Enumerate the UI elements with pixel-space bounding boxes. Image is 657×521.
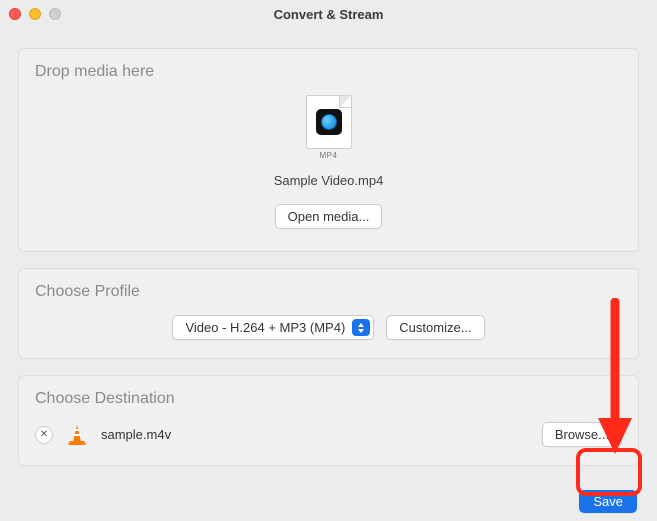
drop-media-heading: Drop media here (35, 63, 622, 81)
destination-file-name: sample.m4v (101, 427, 528, 442)
drop-media-panel: Drop media here MP4 Sample Video.mp4 Ope… (18, 48, 639, 252)
drop-zone[interactable]: MP4 Sample Video.mp4 Open media... (35, 95, 622, 237)
vlc-cone-icon (67, 424, 87, 446)
window-title: Convert & Stream (0, 7, 657, 22)
choose-profile-panel: Choose Profile Video - H.264 + MP3 (MP4)… (18, 268, 639, 359)
content-area: Drop media here MP4 Sample Video.mp4 Ope… (0, 28, 657, 466)
customize-button[interactable]: Customize... (386, 315, 484, 340)
media-file-name: Sample Video.mp4 (35, 173, 622, 188)
title-bar: Convert & Stream (0, 0, 657, 28)
remove-destination-button[interactable]: ✕ (35, 426, 53, 444)
file-extension-label: MP4 (306, 151, 352, 160)
profile-selected-value: Video - H.264 + MP3 (MP4) (185, 320, 345, 335)
choose-destination-panel: Choose Destination ✕ sample.m4v Browse..… (18, 375, 639, 466)
dropdown-caret-icon (352, 319, 370, 336)
quicktime-file-icon (306, 95, 352, 149)
save-button[interactable]: Save (579, 490, 637, 513)
footer: Save (0, 482, 657, 521)
profile-select[interactable]: Video - H.264 + MP3 (MP4) (172, 315, 374, 340)
open-media-button[interactable]: Open media... (275, 204, 383, 229)
choose-profile-heading: Choose Profile (35, 283, 622, 301)
choose-destination-heading: Choose Destination (35, 390, 622, 408)
media-file-preview: MP4 (306, 95, 352, 160)
browse-button[interactable]: Browse... (542, 422, 622, 447)
